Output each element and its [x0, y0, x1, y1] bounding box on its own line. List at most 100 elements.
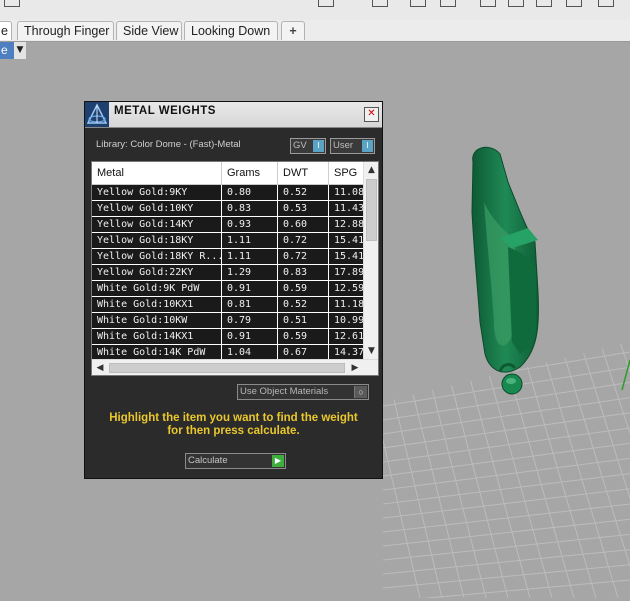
cell-grams: 1.29 — [222, 265, 278, 280]
cell-metal: Yellow Gold:22KY — [92, 265, 222, 280]
library-label: Library: Color Dome - (Fast)-Metal — [96, 139, 241, 150]
cell-grams: 0.91 — [222, 329, 278, 344]
cell-dwt: 0.83 — [278, 265, 329, 280]
scroll-left-icon[interactable]: ◀ — [93, 360, 107, 375]
table-row[interactable]: Yellow Gold:22KY 1.29 0.83 17.89 — [92, 265, 363, 281]
cell-dwt: 0.52 — [278, 297, 329, 312]
metal-table[interactable]: Metal Grams DWT SPG Yellow Gold:9KY 0.80 0… — [91, 161, 379, 376]
toolbar-icon[interactable] — [536, 0, 552, 7]
vertical-scroll-thumb[interactable] — [366, 179, 377, 241]
app-logo-icon — [85, 102, 109, 127]
cell-dwt: 0.59 — [278, 281, 329, 296]
toolbar-icon[interactable] — [566, 0, 582, 7]
scroll-up-icon[interactable]: ▲ — [364, 163, 378, 177]
cell-spg: 12.61 — [329, 329, 363, 344]
toolbar-icon[interactable] — [440, 0, 456, 7]
gv-label: GV — [293, 140, 307, 151]
radio-toggle-icon[interactable]: ○ — [354, 386, 367, 398]
cell-spg: 12.88 — [329, 217, 363, 232]
toolbar-strip — [0, 0, 630, 21]
table-header: Metal Grams DWT SPG — [92, 162, 369, 185]
close-icon[interactable]: ✕ — [364, 107, 379, 122]
toolbar-icon[interactable] — [318, 0, 334, 7]
toolbar-icon[interactable] — [598, 0, 614, 7]
scroll-down-icon[interactable]: ▼ — [364, 344, 378, 358]
horizontal-scrollbar[interactable]: ◀ ▶ — [92, 359, 378, 375]
table-row[interactable]: Yellow Gold:14KY 0.93 0.60 12.88 — [92, 217, 363, 233]
dialog-title: METAL WEIGHTS — [114, 105, 216, 117]
cell-spg: 15.41 — [329, 233, 363, 248]
horizontal-scroll-thumb[interactable] — [109, 363, 345, 373]
cell-spg: 12.59 — [329, 281, 363, 296]
jewelry-model — [471, 146, 539, 395]
cell-grams: 0.80 — [222, 185, 278, 200]
calculate-label: Calculate — [188, 455, 228, 466]
toolbar-icon[interactable] — [4, 0, 20, 7]
cell-dwt: 0.60 — [278, 217, 329, 232]
cell-grams: 0.83 — [222, 201, 278, 216]
metal-weights-dialog: METAL WEIGHTS ✕ Library: Color Dome - (F… — [84, 101, 383, 479]
column-header-metal[interactable]: Metal — [92, 162, 222, 184]
column-header-grams[interactable]: Grams — [222, 162, 278, 184]
axis-line — [621, 359, 630, 391]
cell-spg: 11.43 — [329, 201, 363, 216]
cell-spg: 11.18 — [329, 297, 363, 312]
table-row[interactable]: White Gold:10KX1 0.81 0.52 11.18 — [92, 297, 363, 313]
cell-dwt: 0.72 — [278, 233, 329, 248]
table-row[interactable]: Yellow Gold:18KY 1.11 0.72 15.41 — [92, 233, 363, 249]
toolbar-icon[interactable] — [372, 0, 388, 7]
cell-metal: Yellow Gold:10KY — [92, 201, 222, 216]
cell-metal: White Gold:14K PdW — [92, 345, 222, 359]
play-arrow-icon[interactable]: ▶ — [272, 455, 284, 467]
table-row[interactable]: Yellow Gold:10KY 0.83 0.53 11.43 — [92, 201, 363, 217]
tab-perspective[interactable]: e — [0, 21, 12, 40]
table-row[interactable]: Yellow Gold:9KY 0.80 0.52 11.08 — [92, 185, 363, 201]
cell-dwt: 0.67 — [278, 345, 329, 359]
cell-grams: 1.11 — [222, 249, 278, 264]
cell-spg: 17.89 — [329, 265, 363, 280]
table-row[interactable]: White Gold:14K PdW 1.04 0.67 14.37 — [92, 345, 363, 359]
cell-metal: Yellow Gold:18KY R... — [92, 249, 222, 264]
use-object-materials-label: Use Object Materials — [240, 386, 329, 397]
cell-dwt: 0.72 — [278, 249, 329, 264]
tab-through-finger[interactable]: Through Finger — [17, 21, 114, 40]
table-row[interactable]: White Gold:14KX1 0.91 0.59 12.61 — [92, 329, 363, 345]
user-toggle-icon[interactable]: I — [362, 140, 373, 152]
toolbar-icon[interactable] — [410, 0, 426, 7]
user-toggle[interactable]: User I — [330, 138, 375, 154]
cell-grams: 0.93 — [222, 217, 278, 232]
tab-side-view[interactable]: Side View — [116, 21, 182, 40]
cell-grams: 1.11 — [222, 233, 278, 248]
cell-grams: 1.04 — [222, 345, 278, 359]
cell-dwt: 0.53 — [278, 201, 329, 216]
table-row[interactable]: Yellow Gold:18KY R... 1.11 0.72 15.41 — [92, 249, 363, 265]
cell-metal: White Gold:10KX1 — [92, 297, 222, 312]
table-row[interactable]: White Gold:10KW 0.79 0.51 10.99 — [92, 313, 363, 329]
cell-dwt: 0.52 — [278, 185, 329, 200]
scroll-right-icon[interactable]: ▶ — [348, 360, 362, 375]
toolbar-icon[interactable] — [480, 0, 496, 7]
cell-metal: Yellow Gold:18KY — [92, 233, 222, 248]
gv-toggle-icon[interactable]: I — [313, 140, 324, 152]
calculate-button[interactable]: Calculate ▶ — [185, 453, 286, 469]
instruction-text: Highlight the item you want to find the … — [93, 412, 374, 438]
cell-spg: 11.08 — [329, 185, 363, 200]
toolbar-icon[interactable] — [508, 0, 524, 7]
cell-spg: 15.41 — [329, 249, 363, 264]
floor-grid — [383, 342, 630, 598]
tab-looking-down[interactable]: Looking Down — [184, 21, 278, 40]
cell-metal: White Gold:14KX1 — [92, 329, 222, 344]
cell-dwt: 0.51 — [278, 313, 329, 328]
vertical-scrollbar[interactable]: ▲ ▼ — [363, 162, 378, 359]
cell-metal: White Gold:9K PdW — [92, 281, 222, 296]
column-header-dwt[interactable]: DWT — [278, 162, 329, 184]
use-object-materials-toggle[interactable]: Use Object Materials ○ — [237, 384, 369, 400]
viewport-menu-arrow-icon[interactable]: ▼ — [14, 42, 26, 59]
cell-spg: 14.37 — [329, 345, 363, 359]
cell-grams: 0.81 — [222, 297, 278, 312]
dialog-titlebar[interactable]: METAL WEIGHTS ✕ — [85, 102, 382, 128]
viewport-title[interactable]: e — [0, 42, 15, 59]
table-row[interactable]: White Gold:9K PdW 0.91 0.59 12.59 — [92, 281, 363, 297]
gv-toggle[interactable]: GV I — [290, 138, 326, 154]
add-tab-button[interactable]: + — [281, 21, 305, 40]
